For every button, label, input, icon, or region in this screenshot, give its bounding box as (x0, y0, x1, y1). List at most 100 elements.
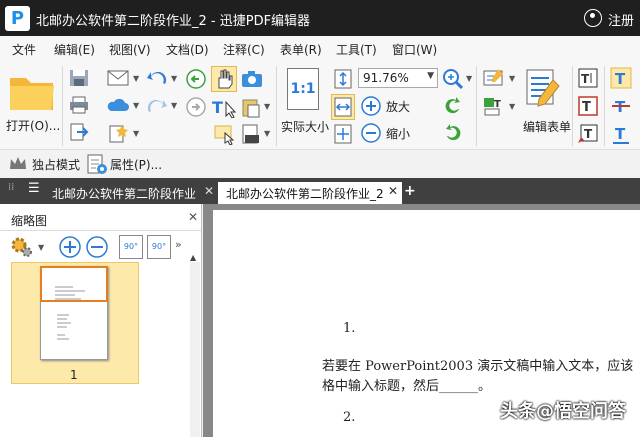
zoom-out-button[interactable]: 缩小 (386, 125, 410, 142)
highlight-icon[interactable] (211, 123, 237, 145)
back-icon[interactable] (185, 68, 207, 90)
form-field-icon[interactable] (482, 67, 506, 89)
properties-button[interactable]: 属性(P)... (110, 156, 162, 173)
redo-icon[interactable] (145, 96, 169, 116)
thumbnail-zoom-in-icon[interactable] (58, 235, 82, 259)
folder-icon[interactable] (8, 70, 56, 112)
actual-size-icon[interactable]: 1:1 (287, 68, 319, 110)
divider (62, 66, 63, 146)
thumbnail-zoom-out-icon[interactable] (85, 235, 109, 259)
watermark: 头条@悟空问答 (500, 401, 626, 422)
register-link[interactable]: 注册 (608, 10, 634, 29)
page-number: 1 (70, 368, 78, 382)
menu-document[interactable]: 文档(D) (166, 41, 209, 58)
menu-file[interactable]: 文件 (12, 41, 36, 58)
text-box-icon[interactable]: T (577, 95, 599, 117)
close-icon[interactable]: ✕ (388, 184, 398, 198)
edit-form-button[interactable]: 编辑表单 (523, 118, 571, 135)
rotate-left-icon[interactable] (441, 95, 465, 117)
forward-icon[interactable] (185, 96, 207, 118)
rotate-page-left-icon[interactable]: 90° (119, 235, 143, 259)
menu-window[interactable]: 窗口(W) (392, 41, 437, 58)
hand-icon (218, 69, 233, 89)
menu-form[interactable]: 表单(R) (280, 41, 322, 58)
select-text-icon[interactable]: T (211, 96, 237, 118)
more-icon[interactable]: » (175, 238, 182, 251)
open-button[interactable]: 打开(O)... (6, 117, 60, 134)
chevron-down-icon[interactable]: ▼ (133, 129, 139, 138)
strikeout-icon[interactable]: T (610, 95, 632, 117)
edit-form-icon[interactable] (523, 66, 565, 110)
scroll-up-icon[interactable]: ▲ (190, 253, 196, 262)
thumbnail-scrollbar[interactable] (190, 262, 200, 437)
menu-tools[interactable]: 工具(T) (336, 41, 377, 58)
exclusive-mode-button[interactable]: 独占模式 (32, 156, 80, 173)
thumbnail-viewport-frame[interactable] (40, 266, 108, 302)
close-icon[interactable]: ✕ (204, 184, 214, 198)
chevron-down-icon[interactable]: ▼ (466, 74, 472, 83)
highlight-text-icon[interactable]: T (610, 67, 632, 89)
menu-comment[interactable]: 注释(C) (223, 41, 265, 58)
paste-icon[interactable] (240, 96, 262, 118)
text-field-icon[interactable]: T (482, 95, 506, 117)
chevron-down-icon[interactable]: ▼ (133, 74, 139, 83)
tab-list-icon[interactable]: ☰ (28, 181, 40, 196)
doc-text-line: 格中输入标题，然后______。 (322, 379, 492, 394)
tab-document-1[interactable]: 北邮办公软件第二阶段作业 ✕ (44, 182, 218, 204)
fit-page-icon[interactable] (333, 68, 353, 90)
user-icon[interactable] (584, 9, 602, 27)
svg-text:T: T (581, 72, 590, 86)
svg-text:T: T (212, 98, 223, 117)
divider (476, 66, 477, 146)
doc-text-line: 1. (343, 321, 356, 336)
doc-text-line: 2. (343, 410, 356, 425)
chevron-down-icon[interactable]: ▼ (509, 74, 515, 83)
chevron-down-icon[interactable]: ▼ (38, 243, 44, 252)
title-bar: P 北邮办公软件第二阶段作业_2 - 迅捷PDF编辑器 注册 (0, 0, 640, 36)
save-icon[interactable] (68, 68, 90, 88)
close-icon[interactable]: ✕ (188, 210, 198, 224)
zoom-select[interactable]: 91.76% ▼ (358, 68, 438, 88)
chevron-down-icon: ▼ (427, 71, 434, 81)
rotate-right-icon[interactable] (441, 122, 465, 144)
secondary-toolbar: 独占模式 属性(P)... (0, 150, 640, 178)
svg-text:T: T (584, 127, 593, 141)
actual-size-button[interactable]: 实际大小 (281, 118, 329, 135)
chevron-down-icon[interactable]: ▼ (171, 101, 177, 110)
chevron-down-icon[interactable]: ▼ (171, 74, 177, 83)
camera-icon[interactable] (240, 69, 264, 89)
menu-bar: 文件 编辑(E) 视图(V) 文档(D) 注释(C) 表单(R) 工具(T) 窗… (0, 36, 640, 60)
panel-title: 缩略图 (11, 214, 48, 228)
typewriter-icon[interactable]: T (577, 67, 599, 89)
fit-visible-icon[interactable] (333, 123, 353, 145)
menu-view[interactable]: 视图(V) (109, 41, 151, 58)
menu-edit[interactable]: 编辑(E) (54, 41, 95, 58)
chevron-down-icon[interactable]: ▼ (133, 101, 139, 110)
zoom-magnifier-icon[interactable] (441, 67, 465, 91)
new-document-icon[interactable] (106, 123, 130, 143)
zoom-out-icon[interactable] (360, 122, 382, 144)
chevron-down-icon[interactable]: ▼ (509, 102, 515, 111)
zoom-value: 91.76% (363, 71, 409, 85)
rotate-page-right-icon[interactable]: 90° (147, 235, 171, 259)
zoom-in-button[interactable]: 放大 (386, 98, 410, 115)
settings-icon[interactable] (10, 236, 34, 258)
crown-icon (10, 157, 26, 169)
chevron-down-icon[interactable]: ▼ (264, 129, 270, 138)
cloud-icon[interactable] (106, 96, 130, 114)
app-logo-icon: P (5, 6, 30, 31)
add-tab-icon[interactable]: + (404, 183, 416, 199)
doc-text-line: 若要在 PowerPoint2003 演示文稿中输入文本，应该 (322, 359, 634, 374)
chevron-down-icon[interactable]: ▼ (264, 102, 270, 111)
zoom-in-icon[interactable] (360, 95, 382, 117)
divider (572, 66, 573, 146)
undo-icon[interactable] (145, 68, 169, 88)
underline-icon[interactable]: T (610, 123, 632, 145)
callout-icon[interactable]: T (577, 123, 599, 145)
print-icon[interactable] (68, 95, 90, 115)
export-icon[interactable] (68, 122, 90, 142)
tab-document-2[interactable]: 北邮办公软件第二阶段作业_2 ✕ (218, 182, 402, 204)
email-icon[interactable] (106, 69, 130, 87)
tab-label: 北邮办公软件第二阶段作业_2 (226, 187, 384, 201)
print-page-icon[interactable] (240, 123, 262, 145)
